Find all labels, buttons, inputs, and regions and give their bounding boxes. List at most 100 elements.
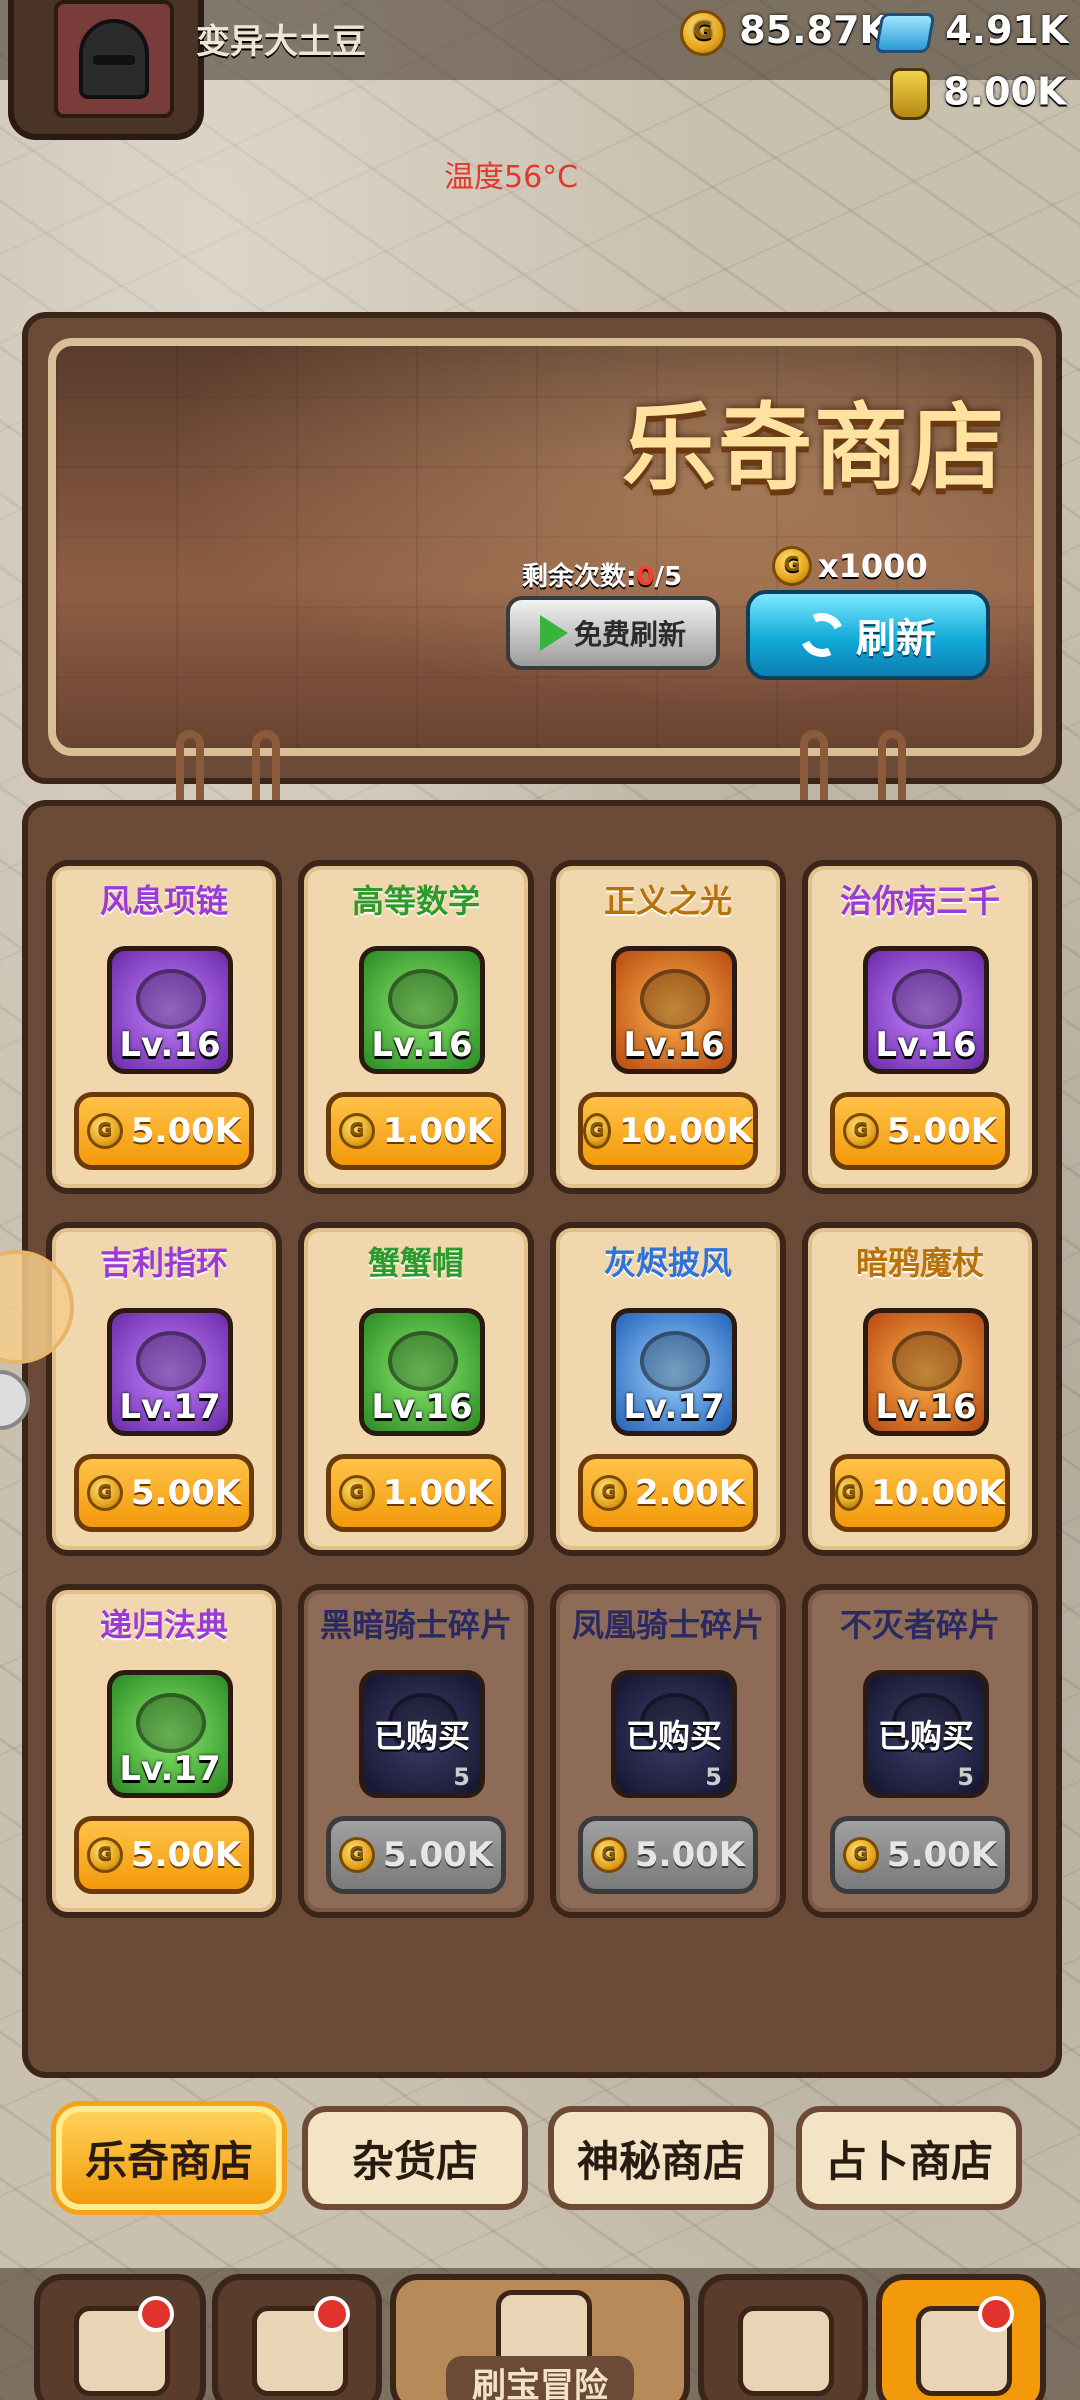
- buy-button[interactable]: 5.00K: [830, 1092, 1010, 1170]
- shop-item-card[interactable]: 吉利指环 Lv.17 5.00K: [46, 1222, 282, 1556]
- nav-forge[interactable]: [876, 2274, 1046, 2400]
- item-name: 治你病三千: [839, 882, 1000, 920]
- item-name: 吉利指环: [99, 1244, 228, 1282]
- item-icon-slot[interactable]: Lv.16: [863, 946, 989, 1074]
- item-icon-slot[interactable]: Lv.16: [863, 1308, 989, 1436]
- buy-button[interactable]: 10.00K: [830, 1454, 1010, 1532]
- buy-button[interactable]: 1.00K: [326, 1092, 506, 1170]
- tab-mystery-shop[interactable]: 神秘商店: [548, 2106, 774, 2210]
- gold-coin-icon: [772, 546, 812, 586]
- item-level: Lv.16: [371, 1025, 473, 1065]
- item-icon: [136, 1693, 206, 1753]
- remaining-used: 0: [636, 562, 655, 592]
- buy-button[interactable]: 1.00K: [326, 1454, 506, 1532]
- item-grid-panel: 风息项链 Lv.16 5.00K 高等数学 Lv.16 1.00K 正义之光 Lv.16 10.…: [22, 800, 1062, 2078]
- item-level: Lv.17: [623, 1387, 725, 1427]
- item-icon-slot[interactable]: 已购买 5: [611, 1670, 737, 1798]
- item-name: 暗鸦魔杖: [855, 1244, 984, 1282]
- gold-coin-icon: [338, 1475, 375, 1511]
- gold-coin-icon: [86, 1475, 123, 1511]
- tab-leqi-shop[interactable]: 乐奇商店: [56, 2106, 282, 2210]
- item-icon: [640, 1331, 710, 1391]
- shop-banner-panel: 乐奇商店 剩余次数:0/5 x1000 免费刷新 刷新: [22, 312, 1062, 784]
- nav-shop[interactable]: [34, 2274, 206, 2400]
- item-icon-slot[interactable]: Lv.17: [611, 1308, 737, 1436]
- item-name: 蟹蟹帽: [367, 1244, 464, 1282]
- item-icon-slot[interactable]: Lv.17: [107, 1308, 233, 1436]
- temperature-label: 温度56°C: [444, 160, 579, 195]
- refresh-button[interactable]: 刷新: [746, 590, 990, 680]
- item-icon-slot[interactable]: 已购买 5: [863, 1670, 989, 1798]
- item-icon-slot[interactable]: Lv.17: [107, 1670, 233, 1798]
- buy-button[interactable]: 10.00K: [578, 1092, 758, 1170]
- gold-value: 85.87K: [739, 8, 889, 52]
- item-name: 风息项链: [99, 882, 228, 920]
- item-price: 5.00K: [886, 1111, 998, 1151]
- item-level: Lv.17: [119, 1749, 221, 1789]
- tab-divination-shop[interactable]: 占卜商店: [796, 2106, 1022, 2210]
- treasure-adventure-label: 刷宝冒险: [446, 2356, 634, 2400]
- shop-item-card[interactable]: 蟹蟹帽 Lv.16 1.00K: [298, 1222, 534, 1556]
- shop-item-card[interactable]: 风息项链 Lv.16 5.00K: [46, 860, 282, 1194]
- gold-counter: 85.87K: [680, 8, 889, 56]
- buy-button[interactable]: 5.00K: [74, 1816, 254, 1894]
- item-icon-slot[interactable]: 已购买 5: [359, 1670, 485, 1798]
- shop-item-card[interactable]: 高等数学 Lv.16 1.00K: [298, 860, 534, 1194]
- item-name: 高等数学: [351, 882, 480, 920]
- item-price: 10.00K: [871, 1473, 1005, 1513]
- shop-item-card[interactable]: 灰烬披风 Lv.17 2.00K: [550, 1222, 786, 1556]
- notification-badge: [978, 2296, 1014, 2332]
- buy-button: 5.00K: [578, 1816, 758, 1894]
- item-icon-slot[interactable]: Lv.16: [611, 946, 737, 1074]
- item-icon-slot[interactable]: Lv.16: [359, 1308, 485, 1436]
- item-icon: [136, 969, 206, 1029]
- refresh-cost: x1000: [772, 546, 928, 586]
- item-name: 不灭者碎片: [839, 1606, 1000, 1644]
- item-icon: [136, 1331, 206, 1391]
- remaining-total: /5: [654, 562, 683, 592]
- shop-item-card[interactable]: 递归法典 Lv.17 5.00K: [46, 1584, 282, 1918]
- player-name: 变异大土豆: [196, 22, 366, 62]
- avatar[interactable]: [54, 0, 174, 118]
- fragment-count: 5: [957, 1763, 974, 1791]
- item-name: 凤凰骑士碎片: [571, 1606, 764, 1644]
- shop-item-card[interactable]: 治你病三千 Lv.16 5.00K: [802, 860, 1038, 1194]
- buy-button[interactable]: 5.00K: [74, 1454, 254, 1532]
- shop-item-card[interactable]: 黑暗骑士碎片已购买 5 5.00K: [298, 1584, 534, 1918]
- potion-counter: 8.00K: [890, 68, 1066, 120]
- item-price: 5.00K: [130, 1111, 242, 1151]
- item-price: 5.00K: [886, 1835, 998, 1875]
- item-price: 5.00K: [130, 1835, 242, 1875]
- fragment-count: 5: [453, 1763, 470, 1791]
- item-icon: [892, 1331, 962, 1391]
- tab-grocery-store[interactable]: 杂货店: [302, 2106, 528, 2210]
- player-avatar-frame[interactable]: [8, 0, 204, 140]
- item-price: 2.00K: [634, 1473, 746, 1513]
- gold-coin-icon: [842, 1837, 879, 1873]
- nav-treasure-adventure[interactable]: 刷宝冒险: [390, 2274, 690, 2400]
- bought-label: 已购买: [373, 1717, 470, 1755]
- buy-button: 5.00K: [830, 1816, 1010, 1894]
- shop-item-card[interactable]: 凤凰骑士碎片已购买 5 5.00K: [550, 1584, 786, 1918]
- free-refresh-button[interactable]: 免费刷新: [506, 596, 720, 670]
- nav-hero[interactable]: [212, 2274, 382, 2400]
- item-price: 10.00K: [619, 1111, 753, 1151]
- buy-button[interactable]: 5.00K: [74, 1092, 254, 1170]
- buy-button[interactable]: 2.00K: [578, 1454, 758, 1532]
- shop-item-card[interactable]: 暗鸦魔杖 Lv.16 10.00K: [802, 1222, 1038, 1556]
- item-name: 黑暗骑士碎片: [319, 1606, 512, 1644]
- item-icon: [640, 969, 710, 1029]
- shop-title: 乐奇商店: [621, 394, 1006, 503]
- nav-bag[interactable]: [698, 2274, 868, 2400]
- remaining-label: 剩余次数:: [522, 562, 637, 592]
- item-price: 5.00K: [382, 1835, 494, 1875]
- bought-label: 已购买: [877, 1717, 974, 1755]
- fragment-count: 5: [705, 1763, 722, 1791]
- item-icon-slot[interactable]: Lv.16: [107, 946, 233, 1074]
- helmet-icon: [79, 19, 149, 99]
- shop-item-card[interactable]: 不灭者碎片已购买 5 5.00K: [802, 1584, 1038, 1918]
- item-icon: [388, 1331, 458, 1391]
- item-icon-slot[interactable]: Lv.16: [359, 946, 485, 1074]
- gold-coin-icon: [680, 9, 726, 56]
- shop-item-card[interactable]: 正义之光 Lv.16 10.00K: [550, 860, 786, 1194]
